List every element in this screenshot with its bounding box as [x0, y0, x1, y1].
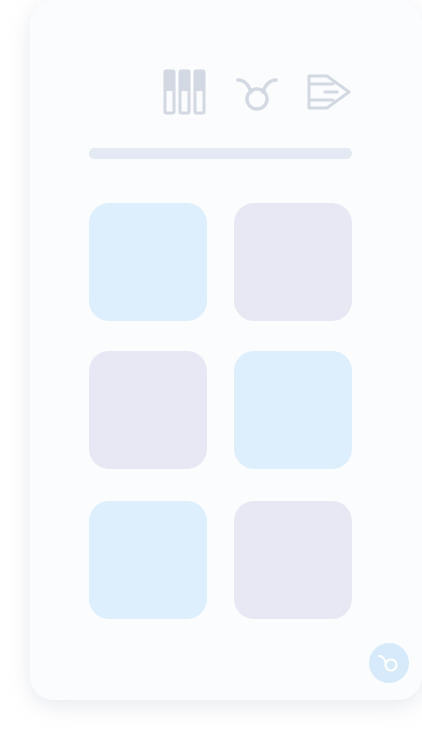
- tile-6[interactable]: [234, 501, 352, 619]
- progress-bar: [89, 148, 352, 159]
- tile-5[interactable]: [89, 501, 207, 619]
- tile-3[interactable]: [89, 351, 207, 469]
- tile-4[interactable]: [234, 351, 352, 469]
- floating-action-button[interactable]: [369, 643, 409, 683]
- taurus-icon: [378, 655, 398, 672]
- tile-2[interactable]: [234, 203, 352, 321]
- stage: [0, 0, 422, 737]
- tile-1[interactable]: [89, 203, 207, 321]
- logout-icon[interactable]: [307, 68, 351, 116]
- progress-fill: [89, 148, 352, 159]
- bar-chart-icon[interactable]: [163, 68, 207, 116]
- main-panel: [30, 0, 422, 700]
- taurus-icon[interactable]: [235, 68, 279, 116]
- toolbar: [163, 68, 351, 116]
